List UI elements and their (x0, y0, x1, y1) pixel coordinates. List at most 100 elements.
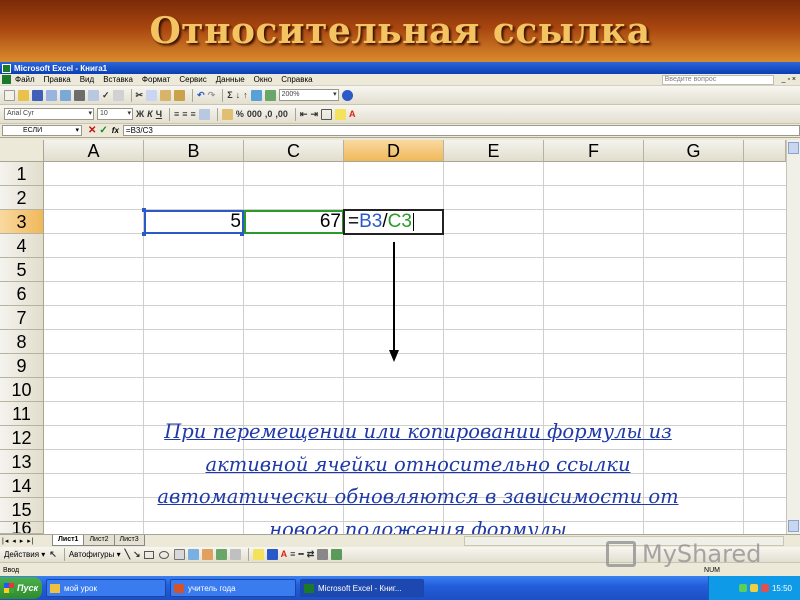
ask-question-input[interactable]: Введите вопрос (661, 74, 774, 85)
menu-help[interactable]: Справка (281, 75, 312, 84)
thousands-button[interactable]: 000 (247, 109, 262, 120)
font-select[interactable]: Arial Cyr (4, 108, 94, 120)
sheet-tab-3[interactable]: Лист3 (113, 535, 145, 546)
autosum-icon[interactable]: Σ (227, 90, 232, 101)
new-icon[interactable] (4, 89, 15, 101)
undo-icon[interactable]: ↶ (197, 90, 205, 101)
row-header-8[interactable]: 8 (0, 330, 44, 354)
menu-tools[interactable]: Сервис (179, 75, 206, 84)
row-header-15[interactable]: 15 (0, 498, 44, 522)
row-header-16[interactable]: 16 (0, 522, 44, 534)
menu-insert[interactable]: Вставка (103, 75, 133, 84)
column-header-b[interactable]: B (144, 140, 244, 162)
worksheet-grid[interactable]: A B C D E F G 1 2 3 4 5 6 7 8 9 10 11 12… (0, 140, 800, 534)
picture-icon[interactable] (229, 549, 241, 560)
window-controls[interactable]: _ ▫ × (782, 76, 796, 83)
select-objects-icon[interactable]: ↖ (49, 549, 57, 560)
italic-button[interactable]: К (147, 109, 153, 120)
taskbar-item-presentation[interactable]: учитель года (170, 579, 296, 597)
row-header-10[interactable]: 10 (0, 378, 44, 402)
start-button[interactable]: Пуск (0, 577, 42, 599)
column-header-d[interactable]: D (344, 140, 444, 162)
menu-data[interactable]: Данные (216, 75, 245, 84)
copy-icon[interactable] (146, 89, 158, 101)
3d-icon[interactable] (331, 549, 343, 560)
arrow-tool-icon[interactable]: ↘ (133, 549, 141, 560)
wordart-icon[interactable] (187, 549, 199, 560)
diagram-icon[interactable] (201, 549, 213, 560)
chart-wizard-icon[interactable] (250, 89, 262, 101)
select-all-corner[interactable] (0, 140, 44, 162)
row-header-1[interactable]: 1 (0, 162, 44, 186)
increase-indent-icon[interactable]: ⇥ (310, 109, 318, 120)
row-header-13[interactable]: 13 (0, 450, 44, 474)
sheet-tab-1[interactable]: Лист1 (52, 535, 85, 546)
column-header-e[interactable]: E (444, 140, 544, 162)
taskbar-item-excel[interactable]: Microsoft Excel - Книг... (300, 579, 424, 597)
sort-ascending-icon[interactable]: ↓ (236, 90, 241, 101)
format-painter-icon[interactable] (174, 89, 186, 101)
name-box[interactable]: ЕСЛИ (2, 125, 82, 136)
column-header-h[interactable] (744, 140, 786, 162)
zoom-select[interactable]: 200% (278, 89, 339, 101)
line-style-icon[interactable]: ≡ (290, 549, 295, 560)
window-titlebar[interactable]: Microsoft Excel - Книга1 (0, 62, 800, 74)
row-header-9[interactable]: 9 (0, 354, 44, 378)
permission-icon[interactable] (46, 89, 57, 101)
menu-edit[interactable]: Правка (44, 75, 71, 84)
underline-button[interactable]: Ч (156, 109, 162, 120)
line-color-icon[interactable] (266, 549, 278, 560)
drawing-icon[interactable] (264, 89, 276, 101)
column-header-c[interactable]: C (244, 140, 344, 162)
row-header-3[interactable]: 3 (0, 210, 44, 234)
sheet-nav-buttons[interactable]: |◂ ◂ ▸ ▸| (0, 537, 52, 545)
font-size-select[interactable]: 10 (97, 108, 133, 120)
cut-icon[interactable]: ✂ (136, 90, 144, 101)
column-header-a[interactable]: A (44, 140, 144, 162)
scroll-up-button[interactable] (788, 142, 799, 154)
spelling-icon[interactable]: ✓ (102, 90, 110, 101)
row-header-11[interactable]: 11 (0, 402, 44, 426)
enter-icon[interactable]: ✓ (99, 125, 107, 136)
line-icon[interactable]: ╲ (125, 549, 130, 560)
cancel-icon[interactable]: ✕ (88, 125, 96, 136)
increase-decimal-icon[interactable]: ,0 (265, 109, 273, 120)
save-icon[interactable] (32, 89, 43, 101)
autoshapes-menu[interactable]: Автофигуры ▾ (69, 550, 121, 559)
font-color-icon[interactable]: A (281, 549, 288, 560)
draw-actions-menu[interactable]: Действия ▾ (4, 550, 45, 559)
align-left-icon[interactable]: ≡ (174, 109, 179, 120)
bold-button[interactable]: Ж (136, 109, 144, 120)
menu-file[interactable]: Файл (15, 75, 35, 84)
sheet-tab-2[interactable]: Лист2 (83, 535, 115, 546)
column-header-g[interactable]: G (644, 140, 744, 162)
open-icon[interactable] (18, 89, 29, 101)
fill-color-icon[interactable] (252, 549, 264, 560)
menu-format[interactable]: Формат (142, 75, 170, 84)
cell-b3[interactable]: 5 (144, 210, 244, 234)
sort-descending-icon[interactable]: ↑ (243, 90, 248, 101)
cell-d3[interactable]: =B3/C3 (346, 210, 442, 234)
textbox-icon[interactable] (173, 549, 185, 560)
align-center-icon[interactable]: ≡ (182, 109, 187, 120)
currency-icon[interactable] (221, 108, 233, 120)
insert-function-icon[interactable]: fx (112, 126, 119, 135)
redo-icon[interactable]: ↷ (208, 90, 216, 101)
print-preview-icon[interactable] (88, 89, 99, 101)
row-header-5[interactable]: 5 (0, 258, 44, 282)
clipart-icon[interactable] (215, 549, 227, 560)
align-right-icon[interactable]: ≡ (191, 109, 196, 120)
menu-window[interactable]: Окно (254, 75, 273, 84)
font-color-icon[interactable]: A (349, 109, 356, 120)
row-header-14[interactable]: 14 (0, 474, 44, 498)
row-header-12[interactable]: 12 (0, 426, 44, 450)
oval-icon[interactable] (158, 550, 169, 559)
tray-volume-icon[interactable] (749, 584, 758, 592)
arrow-style-icon[interactable]: ⇄ (307, 549, 315, 560)
decrease-decimal-icon[interactable]: ,00 (275, 109, 288, 120)
tray-network-icon[interactable] (738, 584, 747, 592)
row-header-6[interactable]: 6 (0, 282, 44, 306)
help-icon[interactable] (341, 89, 353, 101)
formula-input[interactable]: =B3/C3 (122, 125, 800, 136)
clock[interactable]: 15:50 (772, 584, 792, 593)
